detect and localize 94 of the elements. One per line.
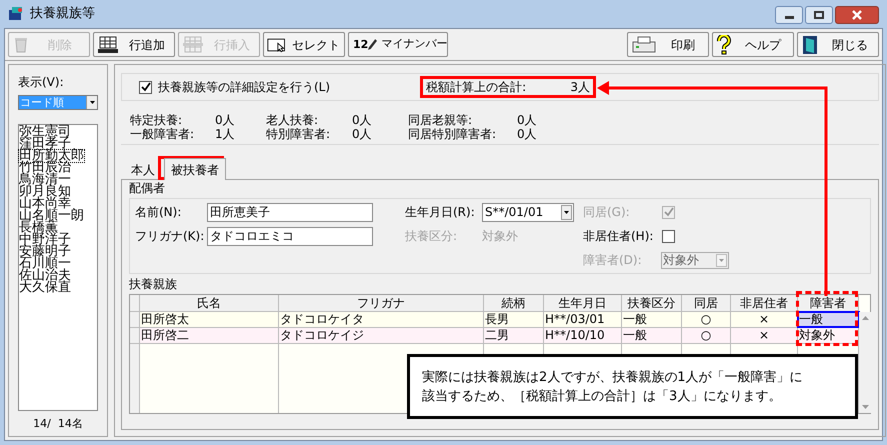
window-title: 扶養親族等: [30, 5, 95, 24]
dropdown-arrow-icon: [564, 210, 569, 214]
summary-value: 0人: [352, 127, 373, 141]
table-cell: 一般: [798, 312, 859, 327]
printer-icon: [631, 34, 657, 54]
column-header: 扶養区分: [622, 295, 682, 311]
kana-field[interactable]: タドコロエミコ: [207, 226, 373, 246]
employee-item[interactable]: 弥生憲司: [19, 126, 71, 138]
table-cell: 一般: [622, 312, 682, 327]
table-cell: H**/10/10: [544, 328, 622, 343]
table-cell: 一般: [622, 328, 682, 343]
detail-checkbox-label: 扶養親族等の詳細設定を行う(L): [158, 79, 330, 96]
field-label: 障害者(D):: [583, 252, 643, 269]
employee-item[interactable]: 石川順一: [19, 258, 71, 270]
summary-value: 0人: [517, 113, 538, 127]
employee-item[interactable]: 中野洋子: [19, 234, 71, 246]
tab[interactable]: 本人: [125, 160, 161, 179]
field-label: 非居住者(H):: [583, 228, 654, 245]
toolbar-button[interactable]: セレクト: [263, 32, 345, 57]
display-label: 表示(V):: [18, 74, 65, 91]
summary-label: 老人扶養:: [266, 113, 320, 127]
table-cell: タドコロケイタ: [279, 312, 484, 327]
summary-label: 同居特別障害者:: [408, 127, 498, 141]
employee-count: 14/ 14名: [33, 416, 83, 432]
employee-item[interactable]: 山本尚幸: [19, 198, 71, 210]
column-header: フリガナ: [279, 295, 484, 311]
callout-text: 実際には扶養親族は2人ですが、扶養親族の1人が「一般障害」に: [422, 368, 804, 386]
table-cell: ○: [682, 328, 731, 343]
toolbar-button[interactable]: ヘルプ: [712, 32, 794, 57]
field-label: 生年月日(R):: [405, 204, 476, 221]
section-title: 扶養親族: [129, 277, 178, 292]
employee-item[interactable]: 安藤明子: [19, 246, 71, 258]
my-number-button[interactable]: 12 マイナンバー: [348, 32, 448, 57]
employee-item[interactable]: 窪田孝子: [19, 138, 71, 150]
nonresident-checkbox[interactable]: [662, 230, 675, 242]
close-icon: [851, 10, 863, 20]
table-cell: タドコロケイジ: [279, 328, 484, 343]
trash-icon: [12, 36, 30, 54]
table-insert-icon: [182, 36, 204, 54]
callout-text: 該当するため、［税額計算上の合計］は「3人」になります。: [422, 388, 782, 406]
employee-item[interactable]: 竹田辰治: [19, 162, 71, 174]
field-label: 扶養区分:: [405, 228, 458, 245]
vertical-scrollbar[interactable]: [859, 312, 872, 413]
section-title: 配偶者: [129, 181, 166, 196]
toolbar-button[interactable]: 行追加: [93, 32, 175, 57]
summary-value: 1人: [215, 127, 236, 141]
row-header[interactable]: [130, 328, 140, 343]
table-cell: 田所啓太: [140, 312, 279, 327]
help-icon: [716, 34, 732, 54]
close-button[interactable]: [835, 6, 879, 24]
table-cell: 田所啓二: [140, 328, 279, 343]
table-cell: 長男: [484, 312, 544, 327]
dependent-class-value: 対象外: [482, 228, 519, 245]
employee-item[interactable]: 山名順一朗: [19, 210, 84, 222]
field-label: フリガナ(K):: [135, 228, 206, 245]
detail-checkbox[interactable]: [139, 80, 152, 94]
field-label: 名前(N):: [135, 204, 182, 221]
table-cell: H**/03/01: [544, 312, 622, 327]
minimize-button[interactable]: [775, 6, 803, 24]
tax-total-value: 3人: [570, 79, 590, 96]
column-header: 非居住者: [731, 295, 798, 311]
dropdown-arrow-icon: [90, 101, 94, 104]
employee-item[interactable]: 鳥海清一: [19, 174, 71, 186]
column-header: 続柄: [484, 295, 544, 311]
toolbar-button[interactable]: 閉じる: [797, 32, 879, 57]
field-label: 同居(G):: [583, 204, 631, 221]
cursor-select-icon: [267, 36, 287, 52]
table-cell: 二男: [484, 328, 544, 343]
summary-label: 特別障害者:: [266, 127, 332, 141]
summary-value: 0人: [517, 127, 538, 141]
column-header: 氏名: [140, 295, 279, 311]
name-field[interactable]: 田所恵美子: [207, 202, 373, 222]
summary-label: 同居老親等:: [408, 113, 474, 127]
dropdown-arrow-icon: [719, 258, 724, 262]
app-icon: [8, 6, 24, 22]
summary-value: 0人: [215, 113, 236, 127]
employee-item[interactable]: 卯月良知: [19, 186, 71, 198]
summary-label: 一般障害者:: [130, 127, 196, 141]
summary-label: 特定扶養:: [130, 113, 184, 127]
column-header: 同居: [682, 295, 731, 311]
column-header: 生年月日: [544, 295, 622, 311]
employee-item[interactable]: 大久保直: [19, 282, 71, 294]
employee-item[interactable]: 長橋薫: [19, 222, 58, 234]
birthdate-dropdown[interactable]: S**/01/01: [482, 202, 574, 222]
table-cell: ×: [731, 328, 798, 343]
employee-item[interactable]: 佐山治夫: [19, 270, 71, 282]
tax-total-label: 税額計算上の合計:: [426, 79, 526, 96]
summary-value: 0人: [352, 113, 373, 127]
table-cell: ○: [682, 312, 731, 327]
table-add-icon: [97, 36, 119, 54]
toolbar-button[interactable]: 印刷: [627, 32, 709, 57]
maximize-button[interactable]: [805, 6, 833, 24]
tab[interactable]: 被扶養者: [164, 158, 226, 180]
row-header[interactable]: [130, 312, 140, 327]
